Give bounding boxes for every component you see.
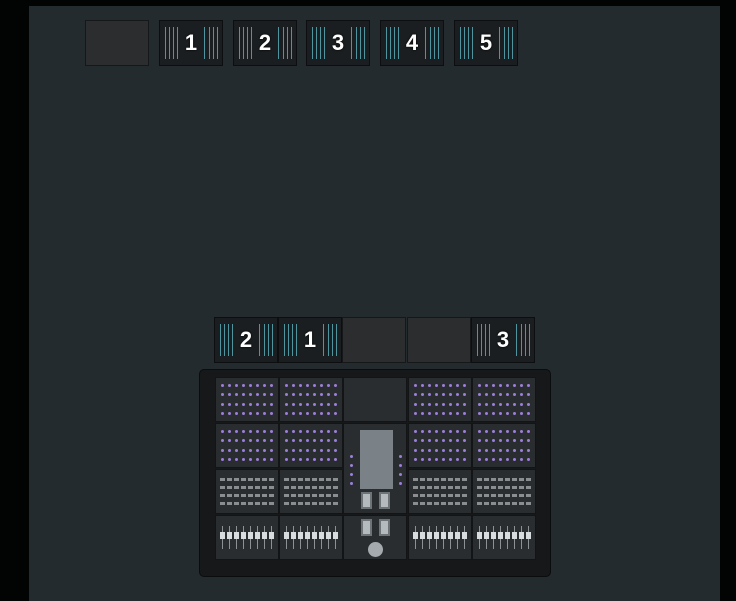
fader-bay-section[interactable]	[472, 423, 536, 468]
master-screen-panel[interactable]	[343, 423, 407, 514]
top-slot-3[interactable]: 3	[306, 20, 370, 66]
fader-bay-section[interactable]	[215, 469, 279, 514]
fader-bay-section[interactable]	[408, 469, 472, 514]
slot-number: 1	[184, 30, 198, 55]
slot-number: 3	[496, 327, 510, 352]
top-slot-1[interactable]: 1	[159, 20, 223, 66]
top-slot-2[interactable]: 2	[233, 20, 297, 66]
fader-bay-section[interactable]	[472, 469, 536, 514]
console-surface	[199, 369, 551, 577]
slot-number: 4	[405, 30, 419, 55]
console-slot-1[interactable]: 1	[278, 317, 342, 363]
fader-bay-section[interactable]	[472, 515, 536, 560]
master-transport-panel[interactable]	[343, 515, 407, 560]
fader-bay-section[interactable]	[215, 377, 279, 422]
fader-bay-section[interactable]	[215, 423, 279, 468]
fader-bay-section[interactable]	[408, 423, 472, 468]
slot-number: 2	[239, 327, 253, 352]
slot-number: 5	[479, 30, 493, 55]
fader-bay-section[interactable]	[279, 377, 343, 422]
slot-number: 3	[331, 30, 345, 55]
slot-number: 2	[258, 30, 272, 55]
top-slot-5[interactable]: 5	[454, 20, 518, 66]
top-slot-4[interactable]: 4	[380, 20, 444, 66]
console-slot-3[interactable]: 3	[471, 317, 535, 363]
fader-bay-section[interactable]	[279, 423, 343, 468]
fader-bay-section[interactable]	[279, 515, 343, 560]
fader-bay-section[interactable]	[215, 515, 279, 560]
master-top-panel[interactable]	[343, 377, 407, 422]
console-slot-2[interactable]: 2	[214, 317, 278, 363]
console-slot-empty-3[interactable]	[407, 317, 471, 363]
console-slot-empty-2[interactable]	[342, 317, 406, 363]
master-display	[360, 430, 393, 489]
slot-number: 1	[303, 327, 317, 352]
fader-bay-section[interactable]	[472, 377, 536, 422]
fader-bay-section[interactable]	[279, 469, 343, 514]
fader-bay-section[interactable]	[408, 377, 472, 422]
top-slot-empty[interactable]	[85, 20, 149, 66]
fader-bay-section[interactable]	[408, 515, 472, 560]
jog-wheel[interactable]	[368, 542, 383, 557]
